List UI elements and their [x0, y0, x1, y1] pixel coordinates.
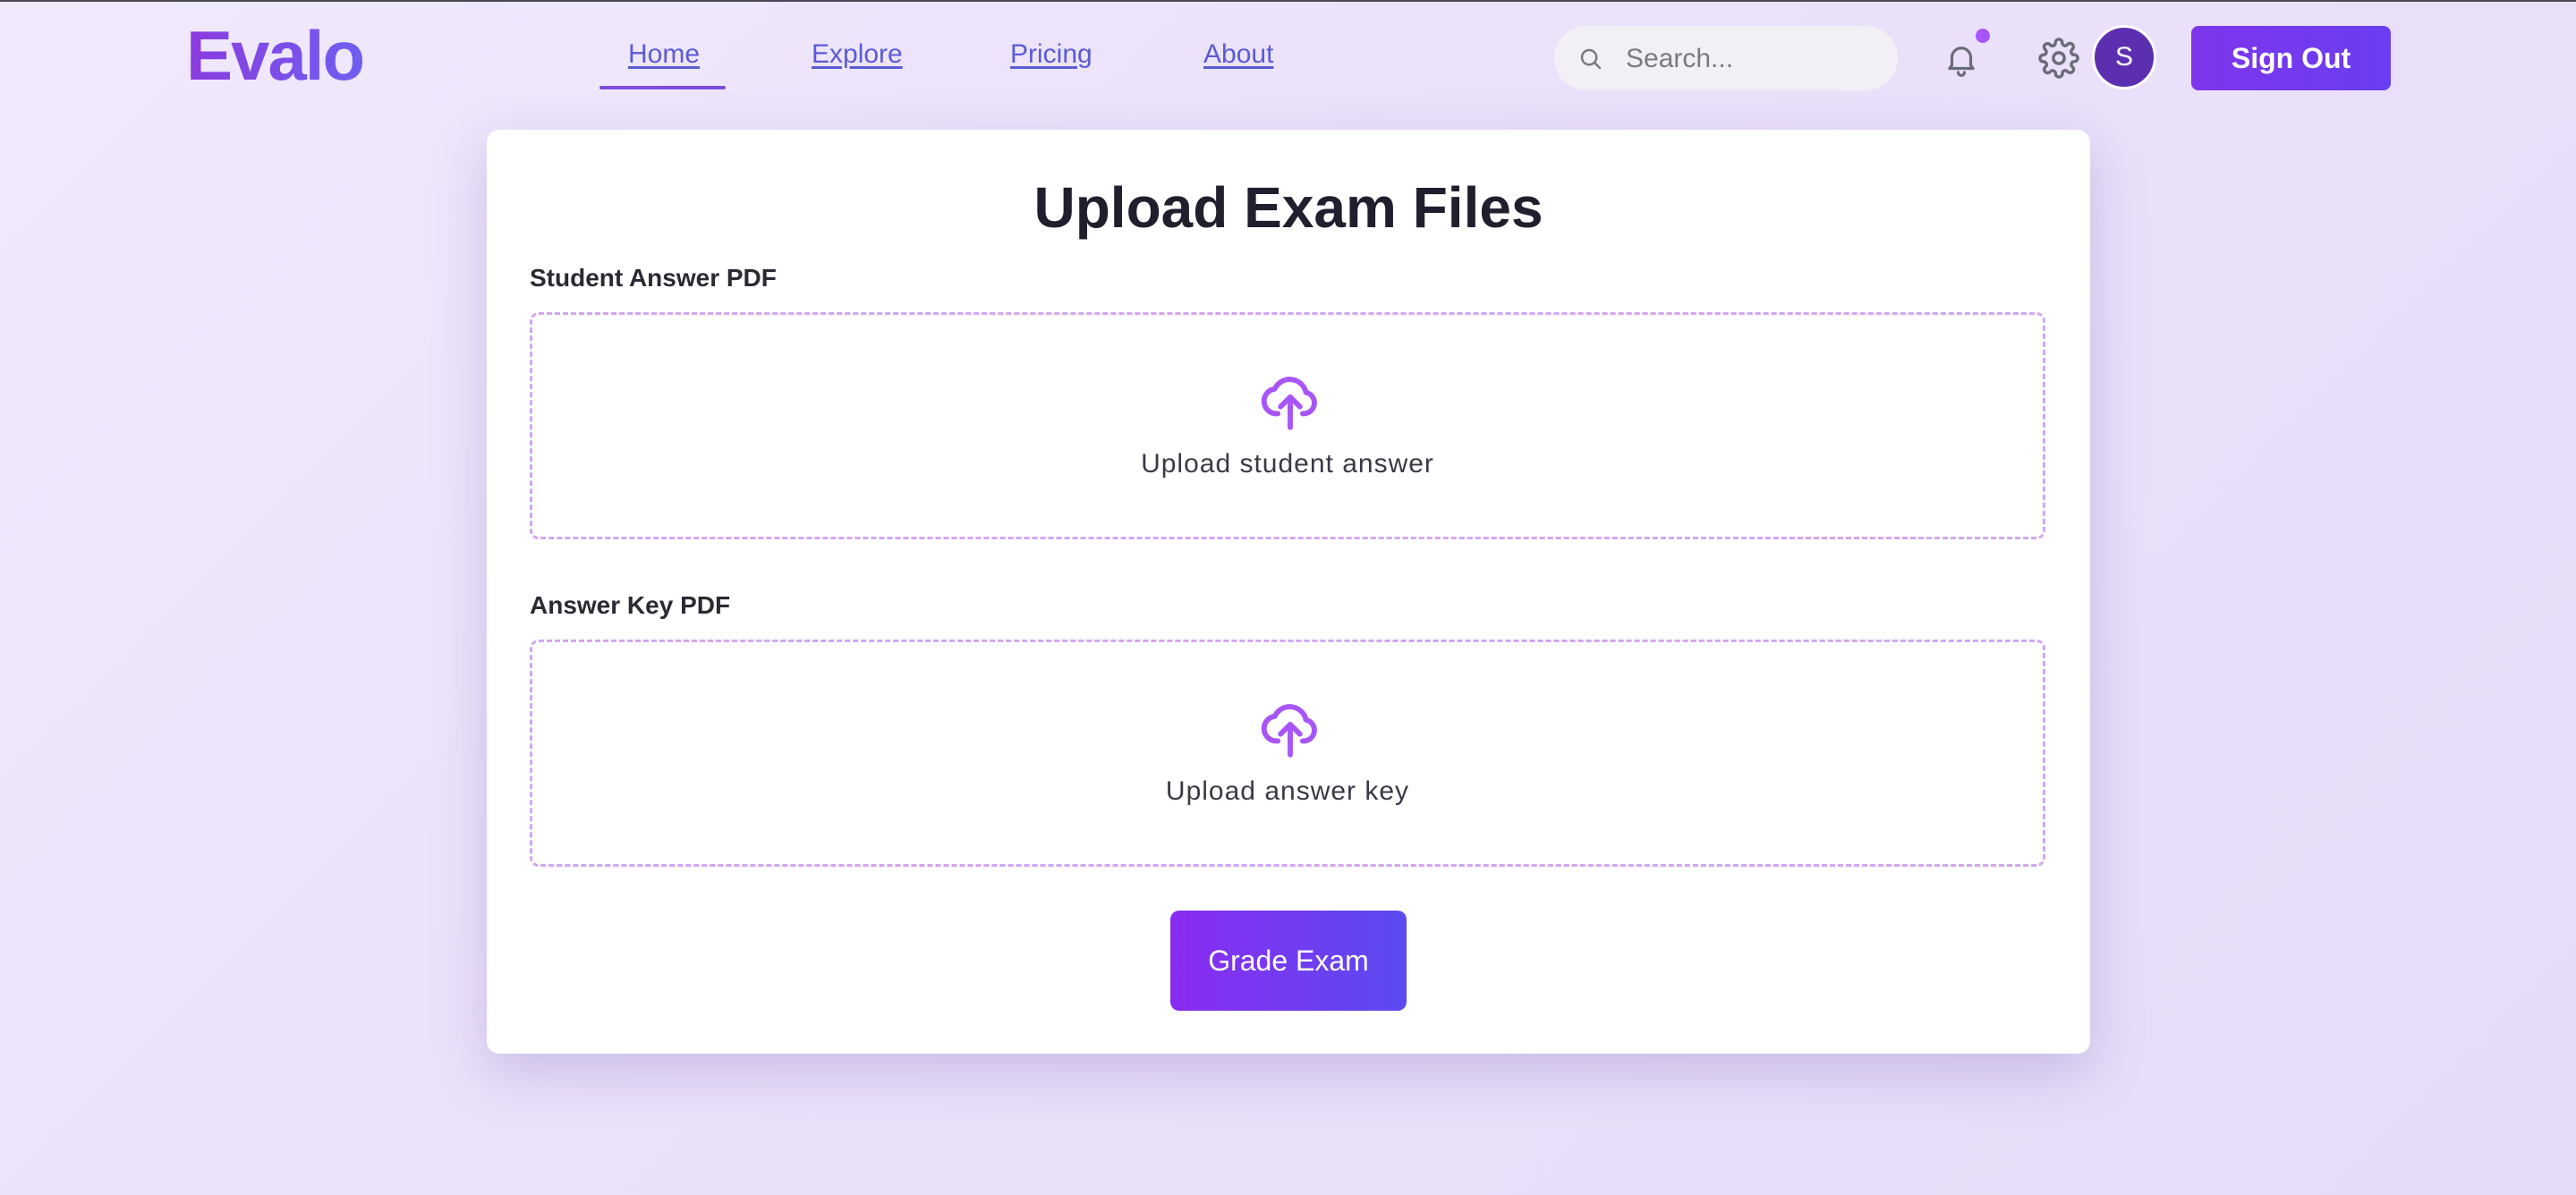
student-answer-dropzone-text: Upload student answer — [1141, 449, 1434, 479]
page-title: Upload Exam Files — [1033, 175, 1543, 240]
answer-key-dropzone-text: Upload answer key — [1165, 776, 1410, 806]
student-answer-label: Student Answer PDF — [530, 264, 777, 292]
top-navbar: Evalo Home Explore Pricing About S Sign … — [0, 0, 2576, 116]
cloud-upload-icon — [1261, 704, 1317, 758]
cloud-upload-icon — [1261, 377, 1317, 430]
active-nav-indicator — [599, 86, 726, 89]
upload-card: Upload Exam Files Student Answer PDF Upl… — [487, 130, 2090, 1054]
search-icon — [1580, 48, 1602, 70]
nav-link-home[interactable]: Home — [628, 39, 700, 70]
bell-icon[interactable] — [1943, 39, 1980, 79]
gear-icon[interactable] — [2038, 38, 2079, 79]
grade-exam-button[interactable]: Grade Exam — [1170, 911, 1407, 1011]
nav-link-pricing[interactable]: Pricing — [1010, 39, 1092, 70]
nav-link-explore[interactable]: Explore — [812, 39, 903, 70]
answer-key-dropzone[interactable]: Upload answer key — [530, 640, 2045, 867]
logo[interactable]: Evalo — [186, 14, 365, 97]
student-answer-dropzone[interactable]: Upload student answer — [530, 312, 2045, 539]
notification-dot — [1976, 29, 1990, 43]
user-avatar[interactable]: S — [2092, 25, 2156, 89]
nav-link-about[interactable]: About — [1203, 39, 1273, 70]
sign-out-button[interactable]: Sign Out — [2191, 26, 2391, 90]
search-input[interactable] — [1624, 35, 1887, 83]
answer-key-label: Answer Key PDF — [530, 591, 731, 619]
search-bar[interactable] — [1554, 26, 1898, 90]
